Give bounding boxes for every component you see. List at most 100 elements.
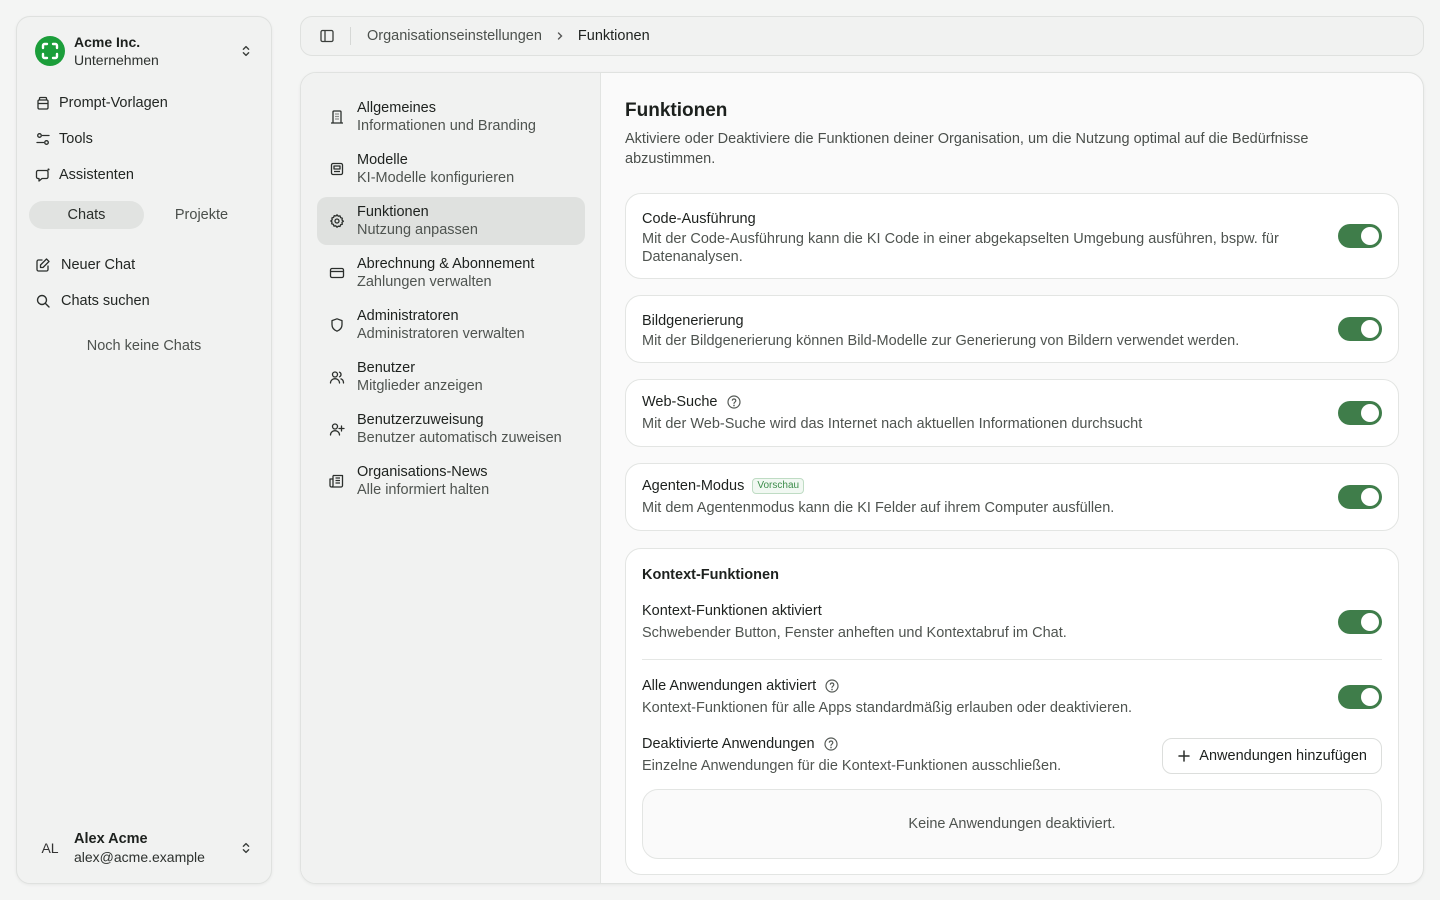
page-description: Aktiviere oder Deaktiviere die Funktione… <box>625 131 1309 167</box>
breadcrumb-current: Funktionen <box>577 28 650 44</box>
settings-item-subtitle: Nutzung anpassen <box>357 221 478 238</box>
new-chat-button[interactable]: Neuer Chat <box>33 247 257 283</box>
settings-item-subtitle: Mitglieder anzeigen <box>357 377 483 394</box>
user-plus-icon <box>329 423 345 436</box>
feature-description: Mit der Code-Ausführung kann die KI Code… <box>642 231 1279 265</box>
toggle-knob <box>1361 488 1379 506</box>
settings-item-models[interactable]: Modelle KI-Modelle konfigurieren <box>317 145 585 193</box>
search-chats-button[interactable]: Chats suchen <box>33 283 257 319</box>
org-logo <box>35 36 65 66</box>
tab-chats[interactable]: Chats <box>29 201 144 229</box>
empty-chats-text: Noch keine Chats <box>86 338 202 354</box>
chat-project-toggle: Chats Projekte <box>29 201 259 229</box>
sidebar-item-label: Tools <box>59 131 93 147</box>
feature-description: Mit der Web-Suche wird das Internet nach… <box>642 416 1143 432</box>
settings-item-general[interactable]: Allgemeines Informationen und Branding <box>317 93 585 141</box>
code-execution-toggle[interactable] <box>1338 224 1382 248</box>
settings-item-title: Funktionen <box>357 203 429 220</box>
agent-mode-toggle[interactable] <box>1338 485 1382 509</box>
edit-icon <box>36 258 50 272</box>
settings-item-admins[interactable]: Administratoren Administratoren verwalten <box>317 301 585 349</box>
help-icon[interactable] <box>823 736 839 752</box>
settings-item-title: Organisations-News <box>357 463 488 480</box>
breadcrumb-parent[interactable]: Organisationseinstellungen <box>367 28 542 44</box>
settings-item-users[interactable]: Benutzer Mitglieder anzeigen <box>317 353 585 401</box>
settings-item-billing[interactable]: Abrechnung & Abonnement Zahlungen verwalt… <box>317 249 585 297</box>
tab-projects[interactable]: Projekte <box>144 201 259 229</box>
toggle-knob <box>1361 404 1379 422</box>
settings-item-subtitle: Alle informiert halten <box>357 481 490 498</box>
new-chat-label: Neuer Chat <box>61 257 136 273</box>
section-title: Kontext-Funktionen <box>642 567 779 583</box>
model-icon <box>330 162 344 176</box>
feature-description: Mit dem Agentenmodus kann die KI Felder … <box>642 500 1115 516</box>
settings-item-subtitle: Benutzer automatisch zuweisen <box>357 429 562 446</box>
all-apps-toggle[interactable] <box>1338 685 1382 709</box>
help-icon[interactable] <box>726 394 742 410</box>
feature-title: Kontext-Funktionen aktiviert <box>642 603 822 619</box>
settings-item-title: Administratoren <box>357 307 459 324</box>
settings-item-title: Allgemeines <box>357 99 436 116</box>
settings-item-user-assignment[interactable]: Benutzerzuweisung Benutzer automatisch zu… <box>317 405 585 453</box>
plus-icon <box>1178 750 1191 762</box>
feature-description: Mit der Bildgenerierung können Bild-Mode… <box>642 333 1240 349</box>
chevrons-up-down-icon <box>242 842 250 854</box>
feature-title: Deaktivierte Anwendungen <box>642 736 815 752</box>
disabled-apps-empty-state: Keine Anwendungen deaktiviert. <box>642 789 1382 859</box>
feature-title: Alle Anwendungen aktiviert <box>642 678 817 694</box>
sidebar: Acme Inc. Unternehmen Prompt-Vorlagen To… <box>16 16 272 884</box>
credit-card-icon <box>329 267 345 279</box>
chevron-right-icon <box>557 32 563 40</box>
feature-card-agent-mode: Agenten-Modus Vorschau Mit dem Agentenmo… <box>625 463 1399 531</box>
gear-icon <box>330 214 345 228</box>
user-email: alex@acme.example <box>74 849 205 865</box>
org-name: Acme Inc. <box>74 33 141 50</box>
web-search-toggle[interactable] <box>1338 401 1382 425</box>
toggle-knob <box>1361 688 1379 706</box>
context-functions-card: Kontext-Funktionen Kontext-Funktionen ak… <box>625 548 1399 875</box>
user-name: Alex Acme <box>74 831 148 847</box>
sidebar-item-prompt-templates[interactable]: Prompt-Vorlagen <box>33 85 257 121</box>
shield-icon <box>331 318 343 332</box>
settings-item-functions[interactable]: Funktionen Nutzung anpassen <box>317 197 585 245</box>
settings-item-news[interactable]: Organisations-News Alle informiert halten <box>317 457 585 505</box>
settings-item-subtitle: Informationen und Branding <box>357 117 536 134</box>
org-switcher[interactable]: Acme Inc. Unternehmen <box>35 31 253 71</box>
settings-panel: Allgemeines Informationen und Branding Mo… <box>300 72 1424 884</box>
user-menu[interactable]: AL Alex Acme alex@acme.example <box>35 827 253 869</box>
sidebar-item-assistants[interactable]: Assistenten <box>33 157 257 193</box>
sidebar-nav: Prompt-Vorlagen Tools Assistenten <box>33 85 257 193</box>
building-icon <box>331 110 343 124</box>
toggle-knob <box>1361 320 1379 338</box>
feature-title: Code-Ausführung <box>642 211 756 227</box>
feature-card-code-execution: Code-Ausführung Mit der Code-Ausführung … <box>625 193 1399 279</box>
add-applications-label: Anwendungen hinzufügen <box>1199 748 1367 764</box>
org-type: Unternehmen <box>74 51 159 68</box>
settings-item-title: Modelle <box>357 151 408 168</box>
sidebar-item-label: Assistenten <box>59 167 134 183</box>
top-bar: Organisationseinstellungen Funktionen <box>300 16 1424 56</box>
search-icon <box>36 294 50 308</box>
toggle-knob <box>1361 227 1379 245</box>
feature-title: Web-Suche <box>642 394 718 410</box>
feature-title: Agenten-Modus <box>642 478 745 494</box>
settings-item-title: Benutzerzuweisung <box>357 411 484 428</box>
newspaper-icon <box>329 474 344 488</box>
divider <box>350 27 351 45</box>
sidebar-item-tools[interactable]: Tools <box>33 121 257 157</box>
feature-card-web-search: Web-Suche Mit der Web-Suche wird das Int… <box>625 379 1399 447</box>
feature-description: Einzelne Anwendungen für die Kontext-Fun… <box>642 758 1062 774</box>
add-applications-button[interactable]: Anwendungen hinzufügen <box>1162 738 1382 774</box>
page-title: Funktionen <box>625 100 728 121</box>
help-icon[interactable] <box>824 678 840 694</box>
sidebar-item-label: Prompt-Vorlagen <box>59 95 168 111</box>
settings-item-subtitle: Administratoren verwalten <box>357 325 525 342</box>
preview-badge: Vorschau <box>752 478 805 494</box>
image-generation-toggle[interactable] <box>1338 317 1382 341</box>
feature-description: Kontext-Funktionen für alle Apps standar… <box>642 700 1133 716</box>
sidebar-toggle-icon[interactable] <box>319 28 335 44</box>
feature-description: Schwebender Button, Fenster anheften und… <box>642 625 1067 641</box>
assistant-icon <box>35 168 50 182</box>
divider <box>642 659 1382 660</box>
context-functions-toggle[interactable] <box>1338 610 1382 634</box>
